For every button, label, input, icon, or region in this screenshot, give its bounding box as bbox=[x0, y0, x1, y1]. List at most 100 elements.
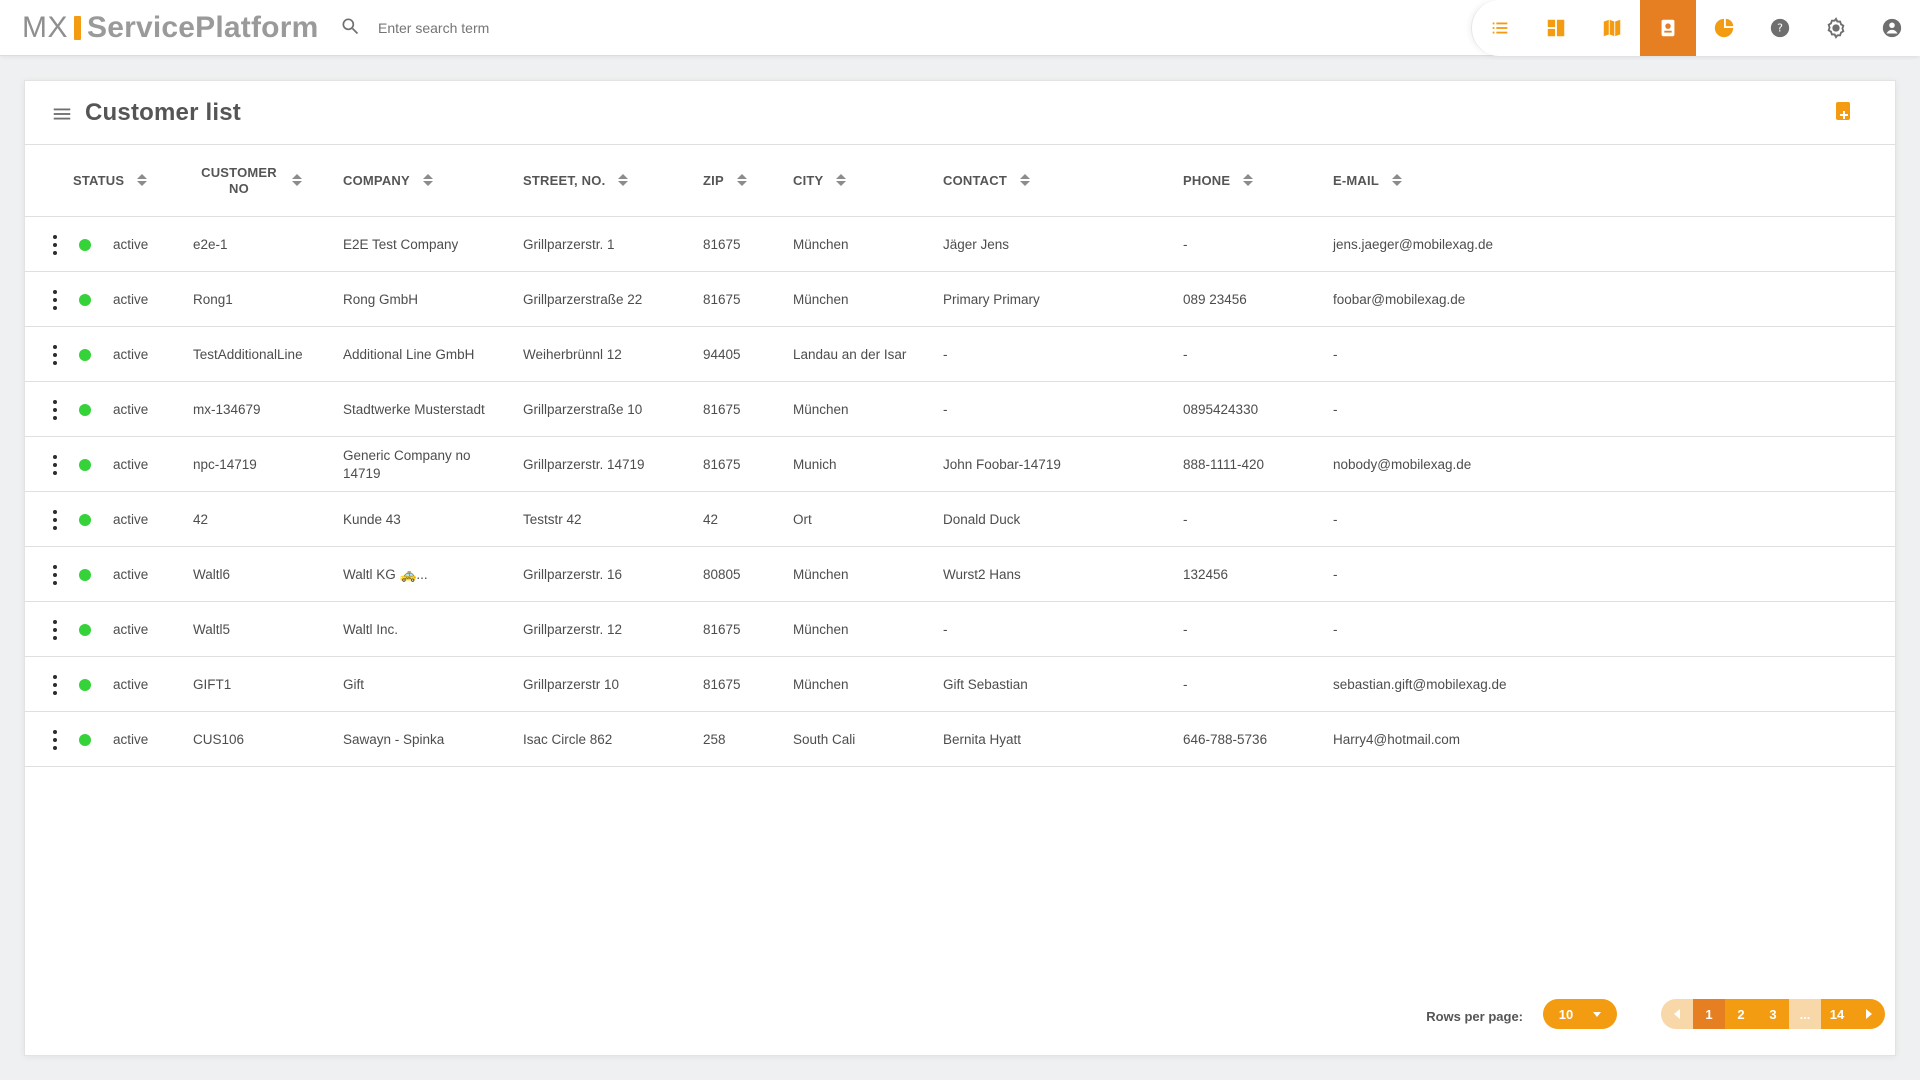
pagination-page[interactable]: 14 bbox=[1821, 999, 1853, 1029]
sort-icon[interactable] bbox=[136, 173, 148, 190]
pagination-page[interactable]: 3 bbox=[1757, 999, 1789, 1029]
cell-status: active bbox=[113, 731, 149, 747]
row-menu-icon[interactable] bbox=[51, 565, 59, 585]
table-row[interactable]: active GIFT1 Gift Grillparzerstr 10 8167… bbox=[25, 657, 1895, 712]
cell-customer-no: CUS106 bbox=[193, 731, 245, 747]
rows-per-page-select[interactable]: 10 bbox=[1543, 999, 1617, 1029]
add-note-icon[interactable] bbox=[1831, 99, 1855, 128]
menu-icon[interactable] bbox=[51, 103, 73, 130]
pagination-next-icon[interactable] bbox=[1853, 999, 1885, 1029]
dashboard-icon[interactable] bbox=[1528, 0, 1584, 56]
th-customer-no[interactable]: CUSTOMER NO bbox=[199, 145, 329, 217]
app-logo[interactable]: MX ServicePlatform bbox=[22, 11, 319, 44]
cell-city: München bbox=[793, 621, 849, 637]
sort-icon[interactable] bbox=[1019, 173, 1031, 190]
row-menu-icon[interactable] bbox=[51, 400, 59, 420]
contact-card-icon[interactable] bbox=[1640, 0, 1696, 56]
row-menu-icon[interactable] bbox=[51, 345, 59, 365]
status-dot bbox=[79, 459, 91, 471]
cell-street: Grillparzerstr. 16 bbox=[523, 566, 623, 582]
th-status[interactable]: STATUS bbox=[73, 145, 165, 217]
sort-icon[interactable] bbox=[736, 173, 748, 190]
sort-icon[interactable] bbox=[1391, 173, 1403, 190]
cell-company: Sawayn - Spinka bbox=[343, 731, 445, 747]
cell-phone: - bbox=[1183, 346, 1188, 362]
cell-status: active bbox=[113, 511, 149, 527]
cell-status: active bbox=[113, 456, 149, 472]
cell-status: active bbox=[113, 236, 149, 252]
cell-company: Stadtwerke Musterstadt bbox=[343, 401, 485, 417]
table-row[interactable]: active CUS106 Sawayn - Spinka Isac Circl… bbox=[25, 712, 1895, 767]
row-menu-icon[interactable] bbox=[51, 730, 59, 750]
status-dot bbox=[79, 569, 91, 581]
th-street[interactable]: STREET, NO. bbox=[523, 145, 673, 217]
table-row[interactable]: active 42 Kunde 43 Teststr 42 42 Ort Don… bbox=[25, 492, 1895, 547]
table-row[interactable]: active npc-14719 Generic Company no 1471… bbox=[25, 437, 1895, 492]
cell-customer-no: Waltl5 bbox=[193, 621, 231, 637]
cell-status: active bbox=[113, 346, 149, 362]
logo-name: ServicePlatform bbox=[87, 11, 319, 44]
row-menu-icon[interactable] bbox=[51, 510, 59, 530]
cell-customer-no: GIFT1 bbox=[193, 676, 232, 692]
cell-company: Kunde 43 bbox=[343, 511, 401, 527]
cell-company: E2E Test Company bbox=[343, 236, 459, 252]
row-menu-icon[interactable] bbox=[51, 235, 59, 255]
th-contact[interactable]: CONTACT bbox=[943, 145, 1093, 217]
cell-customer-no: mx-134679 bbox=[193, 401, 261, 417]
search-input[interactable] bbox=[376, 19, 656, 37]
table-row[interactable]: active Waltl6 Waltl KG 🚕... Grillparzers… bbox=[25, 547, 1895, 602]
row-menu-icon[interactable] bbox=[51, 455, 59, 475]
pagination-page[interactable]: 1 bbox=[1693, 999, 1725, 1029]
customer-list-card: Customer list STATUS CUSTOMER NO COMPANY bbox=[24, 80, 1896, 1056]
cell-email: - bbox=[1333, 566, 1338, 582]
account-icon[interactable] bbox=[1864, 0, 1920, 56]
pagination-page[interactable]: 2 bbox=[1725, 999, 1757, 1029]
cell-city: Landau an der Isar bbox=[793, 346, 907, 362]
cell-city: München bbox=[793, 566, 849, 582]
pagination-ellipsis: ... bbox=[1789, 999, 1821, 1029]
cell-email: nobody@mobilexag.de bbox=[1333, 456, 1472, 472]
search-icon[interactable] bbox=[340, 16, 360, 41]
table-row[interactable]: active Waltl5 Waltl Inc. Grillparzerstr.… bbox=[25, 602, 1895, 657]
table-row[interactable]: active e2e-1 E2E Test Company Grillparze… bbox=[25, 217, 1895, 272]
th-email[interactable]: E-MAIL bbox=[1333, 145, 1453, 217]
chevron-down-icon[interactable] bbox=[1583, 999, 1611, 1029]
map-icon[interactable] bbox=[1584, 0, 1640, 56]
status-dot bbox=[79, 514, 91, 526]
row-menu-icon[interactable] bbox=[51, 620, 59, 640]
top-bar: MX ServicePlatform Enter search term ? bbox=[0, 0, 1920, 56]
cell-phone: 132456 bbox=[1183, 566, 1229, 582]
th-company[interactable]: COMPANY bbox=[343, 145, 483, 217]
table-row[interactable]: active TestAdditionalLine Additional Lin… bbox=[25, 327, 1895, 382]
sort-icon[interactable] bbox=[1242, 173, 1254, 190]
status-dot bbox=[79, 734, 91, 746]
sort-icon[interactable] bbox=[291, 173, 303, 190]
th-city[interactable]: CITY bbox=[793, 145, 913, 217]
cell-contact: John Foobar-14719 bbox=[943, 456, 1061, 472]
settings-icon[interactable] bbox=[1808, 0, 1864, 56]
row-menu-icon[interactable] bbox=[51, 290, 59, 310]
sort-icon[interactable] bbox=[835, 173, 847, 190]
row-menu-icon[interactable] bbox=[51, 675, 59, 695]
cell-customer-no: e2e-1 bbox=[193, 236, 228, 252]
th-zip[interactable]: ZIP bbox=[703, 145, 773, 217]
cell-email: - bbox=[1333, 401, 1338, 417]
cell-city: South Cali bbox=[793, 731, 856, 747]
list-icon[interactable] bbox=[1472, 0, 1528, 56]
pagination-prev-icon[interactable] bbox=[1661, 999, 1693, 1029]
sort-icon[interactable] bbox=[422, 173, 434, 190]
th-phone[interactable]: PHONE bbox=[1183, 145, 1293, 217]
cell-zip: 81675 bbox=[703, 456, 741, 472]
help-icon[interactable]: ? bbox=[1752, 0, 1808, 56]
pie-chart-icon[interactable] bbox=[1696, 0, 1752, 56]
cell-street: Grillparzerstraße 22 bbox=[523, 291, 643, 307]
table-row[interactable]: active mx-134679 Stadtwerke Musterstadt … bbox=[25, 382, 1895, 437]
pagination: 1 2 3 ... 14 bbox=[1661, 999, 1885, 1029]
sort-icon[interactable] bbox=[617, 173, 629, 190]
table-footer: Rows per page: 10 1 2 3 ... 14 bbox=[25, 983, 1895, 1055]
cell-phone: 888-1111-420 bbox=[1183, 456, 1265, 472]
rows-per-page-label: Rows per page: bbox=[1426, 1009, 1523, 1024]
cell-customer-no: Rong1 bbox=[193, 291, 233, 307]
cell-phone: 646-788-5736 bbox=[1183, 731, 1268, 747]
table-row[interactable]: active Rong1 Rong GmbH Grillparzerstraße… bbox=[25, 272, 1895, 327]
